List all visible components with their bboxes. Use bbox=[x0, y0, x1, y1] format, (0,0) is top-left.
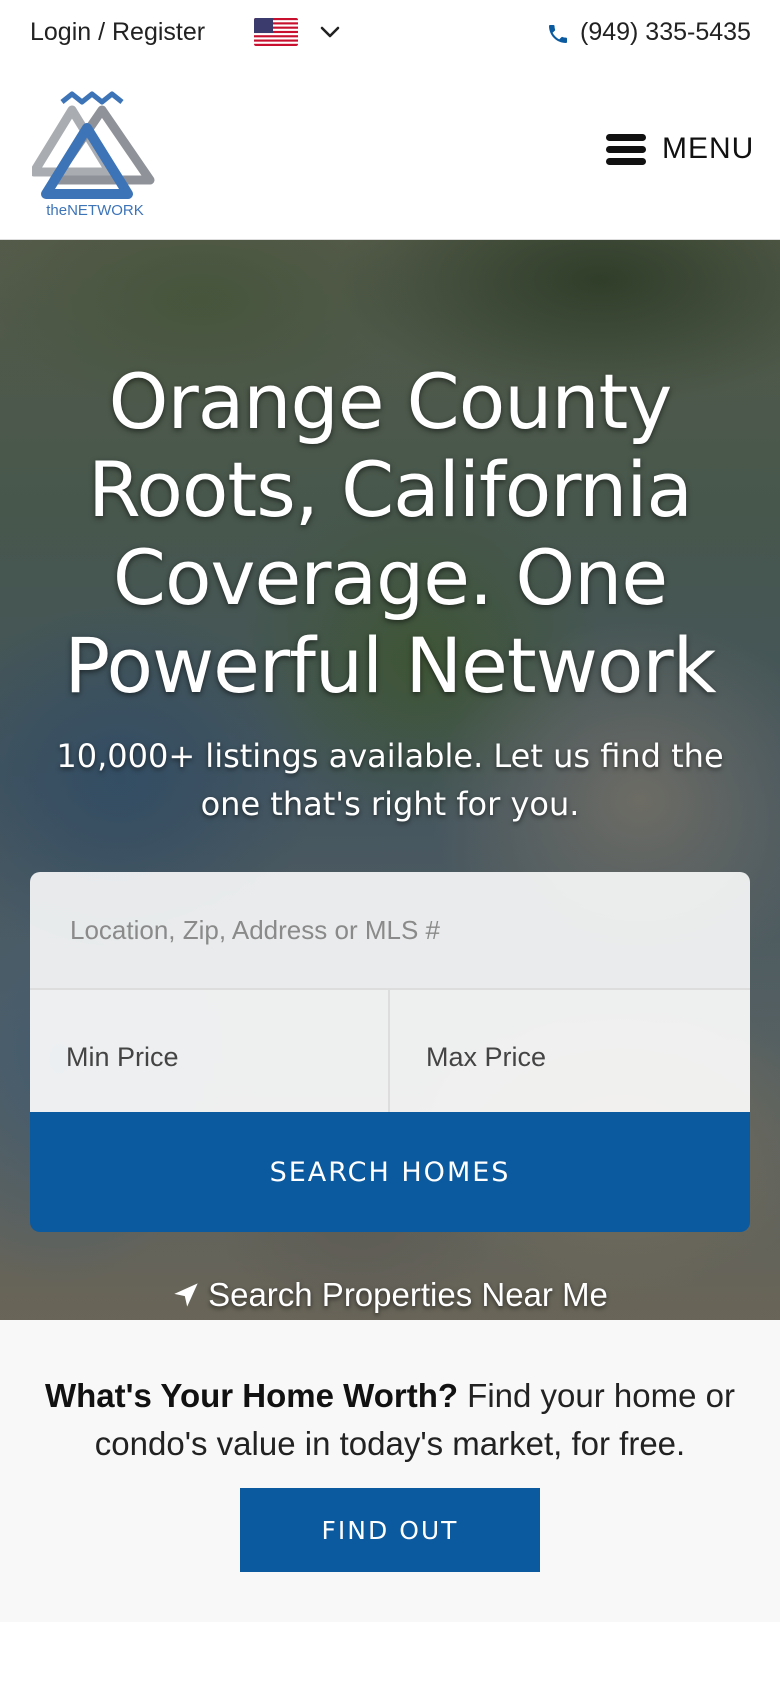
site-header: theNETWORK MENU bbox=[0, 68, 780, 240]
home-worth-text: What's Your Home Worth? Find your home o… bbox=[40, 1372, 740, 1468]
top-bar: Login / Register (949) 335-5435 bbox=[0, 0, 780, 68]
search-homes-button[interactable]: SEARCH HOMES bbox=[30, 1112, 750, 1232]
network-logo[interactable]: theNETWORK bbox=[29, 90, 158, 220]
hero-section: Orange County Roots, California Coverage… bbox=[0, 240, 780, 1320]
login-register-link[interactable]: Login / Register bbox=[30, 18, 205, 47]
location-search-input[interactable] bbox=[30, 872, 750, 990]
hamburger-menu-icon[interactable] bbox=[606, 134, 646, 166]
menu-button[interactable]: MENU bbox=[662, 132, 754, 166]
find-out-button[interactable]: FIND OUT bbox=[240, 1488, 540, 1572]
home-worth-heading: What's Your Home Worth? bbox=[45, 1377, 459, 1414]
hero-subtitle: 10,000+ listings available. Let us find … bbox=[56, 737, 724, 823]
search-near-me-link[interactable]: Search Properties Near Me bbox=[0, 1276, 780, 1314]
hero-title: Orange County Roots, California Coverage… bbox=[64, 357, 716, 710]
chevron-down-icon[interactable] bbox=[318, 20, 342, 44]
max-price-select[interactable]: Max Price bbox=[390, 990, 750, 1112]
min-price-select[interactable]: Min Price bbox=[30, 990, 390, 1112]
search-near-me-label: Search Properties Near Me bbox=[208, 1276, 608, 1313]
phone-icon bbox=[549, 25, 567, 43]
phone-number-link[interactable]: (949) 335-5435 bbox=[580, 18, 751, 47]
logo-text: theNETWORK bbox=[46, 202, 144, 219]
us-flag-icon[interactable] bbox=[254, 18, 298, 46]
home-search-form: Min Price Max Price SEARCH HOMES bbox=[30, 872, 750, 1232]
home-worth-section: What's Your Home Worth? Find your home o… bbox=[0, 1320, 780, 1622]
location-arrow-icon bbox=[174, 1283, 198, 1307]
